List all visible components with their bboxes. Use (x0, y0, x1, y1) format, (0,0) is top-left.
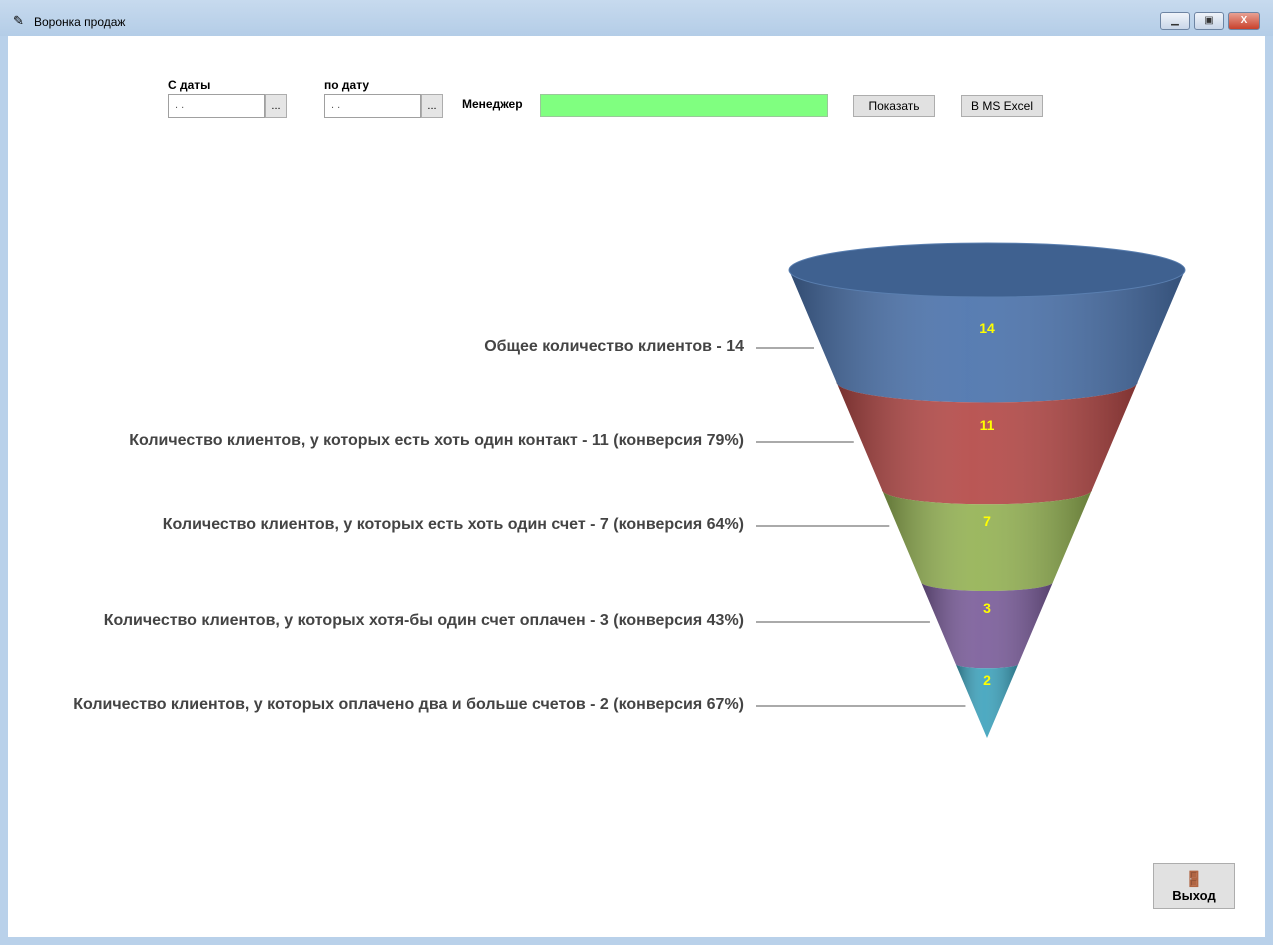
funnel-value-label: 2 (983, 672, 991, 688)
exit-button[interactable]: 🚪 Выход (1153, 863, 1235, 909)
funnel-value-label: 7 (983, 513, 991, 529)
funnel-band-shading (882, 490, 1092, 591)
funnel-value-label: 11 (980, 417, 995, 433)
exit-button-label: Выход (1172, 888, 1216, 903)
funnel-value-label: 14 (979, 320, 995, 336)
funnel-stage-3: 7 (756, 490, 1092, 591)
exit-door-icon: 🚪 (1184, 871, 1204, 888)
funnel-stage-label: Количество клиентов, у которых есть хоть… (129, 432, 744, 449)
funnel-stage-label: Общее количество клиентов - 14 (484, 338, 744, 355)
funnel-chart: 14 11 7 3 2 (756, 242, 1186, 738)
funnel-band-shading (921, 582, 1053, 669)
funnel-stage-label: Количество клиентов, у которых есть хоть… (162, 516, 744, 533)
funnel-stage-4: 3 (756, 582, 1053, 669)
funnel-stage-label: Количество клиентов, у которых хотя-бы о… (103, 612, 744, 629)
funnel-stage-5: 2 (756, 664, 1019, 738)
funnel-stage-label: Количество клиентов, у которых оплачено … (73, 696, 744, 713)
funnel-top-ellipse (788, 242, 1186, 298)
funnel-value-label: 3 (983, 600, 991, 616)
